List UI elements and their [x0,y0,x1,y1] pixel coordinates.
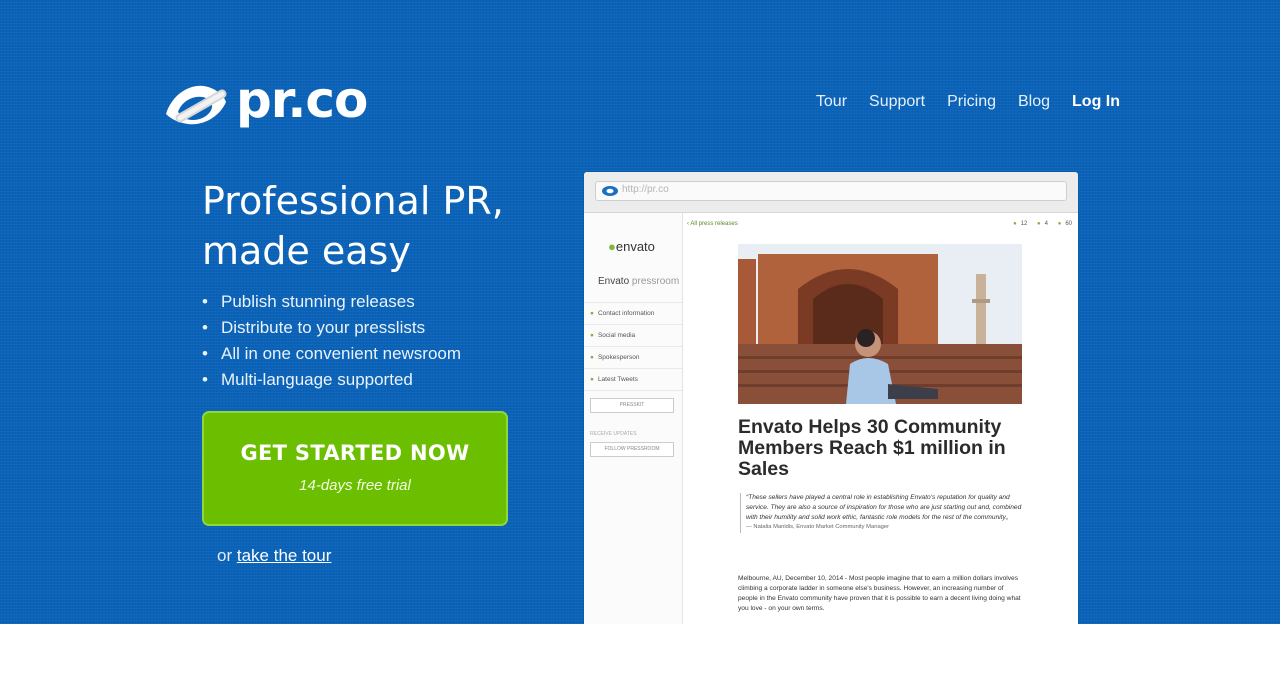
receive-updates-label: RECEIVE UPDATES [590,431,637,437]
quote-author: — Natalia Manldis, Envato Market Communi… [746,524,890,531]
hero-headline: Professional PR, made easy [202,176,562,276]
follow-pressroom-button: FOLLOW PRESSROOM [590,442,674,457]
sidebar-item-label: Social media [597,332,636,339]
sidebar-item-label: Latest Tweets [597,376,638,383]
sidebar-item-label: Spokesperson [597,354,640,361]
article-title: Envato Helps 30 Community Members Reach … [738,416,1006,480]
main-nav: Tour Support Pricing Blog Log In [816,92,1120,112]
linkedin-count: ● 60 [1057,221,1072,227]
nav-support[interactable]: Support [869,92,925,112]
envato-brand: envato [615,239,655,254]
nav-login[interactable]: Log In [1072,92,1120,112]
tour-prefix: or [217,546,233,565]
twitter-icon: ● [1013,221,1017,227]
product-screenshot: http://pr.co ●envato Envato pressroom ● C… [584,172,1078,624]
logo-eye-icon [166,85,227,125]
envato-logo: ●envato [608,239,655,254]
logo-text: pr.co [236,71,368,129]
url-bar: http://pr.co [595,181,1067,201]
nav-tour[interactable]: Tour [816,92,847,112]
press-release-article: ‹ All press releases ● 12 ● 4 ● 60 Envat… [683,213,1078,624]
headline-line-2: made easy [202,229,411,273]
quote-text: “These sellers have played a central rol… [746,494,1022,521]
twitter-count: ● 12 [1013,221,1028,227]
headline-line-1: Professional PR, [202,179,504,223]
facebook-icon: ● [1037,221,1041,227]
presskit-button: PRESSKIT [590,398,674,413]
prco-favicon-icon [602,186,618,196]
mosque-photo-illustration [738,244,1022,404]
feature-item: Publish stunning releases [202,289,461,315]
pressroom-title: Envato pressroom [598,276,679,287]
feature-item: Distribute to your presslists [202,315,461,341]
thumbs-up-icon: ● [590,332,594,339]
sidebar-menu: ● Contact information ● Social media ● Spok… [584,302,682,391]
take-tour-link[interactable]: take the tour [237,546,332,565]
prco-logo[interactable]: pr.co [160,72,375,132]
pressroom-word: pressroom [631,276,680,287]
leaf-icon: ● [608,239,616,254]
person-icon: ● [590,354,594,361]
feature-list: Publish stunning releases Distribute to … [202,289,461,393]
get-started-button[interactable]: GET STARTED NOW 14-days free trial [202,411,508,526]
sidebar-item-contact: ● Contact information [584,303,682,325]
article-body: Melbourne, AU, December 10, 2014 - Most … [738,575,1021,612]
sidebar-item-label: Contact information [597,310,655,317]
cta-sublabel: 14-days free trial [299,477,411,494]
linkedin-icon: ● [1057,221,1062,227]
cta-label: GET STARTED NOW [240,441,470,465]
share-stats: ● 12 ● 4 ● 60 [1005,221,1072,227]
pressroom-sidebar: ●envato Envato pressroom ● Contact inform… [584,213,683,624]
back-link-label: All press releases [690,221,738,227]
browser-bar: http://pr.co [584,172,1078,213]
article-quote: “These sellers have played a central rol… [740,493,1028,534]
pressroom-brand: Envato [598,276,630,287]
nav-blog[interactable]: Blog [1018,92,1050,112]
feature-item: All in one convenient newsroom [202,341,461,367]
article-photo [738,244,1022,404]
sidebar-item-tweets: ● Latest Tweets [584,369,682,391]
feature-item: Multi-language supported [202,367,461,393]
info-icon: ● [590,310,594,317]
twitter-icon: ● [590,376,594,383]
sidebar-item-social: ● Social media [584,325,682,347]
hero-section: pr.co Tour Support Pricing Blog Log In P… [0,0,1280,624]
facebook-count: ● 4 [1037,221,1049,227]
url-text: http://pr.co [622,184,669,195]
sidebar-item-spokesperson: ● Spokesperson [584,347,682,369]
tour-line: or take the tour [217,546,331,566]
back-link: ‹ All press releases [687,221,738,227]
nav-pricing[interactable]: Pricing [947,92,996,112]
